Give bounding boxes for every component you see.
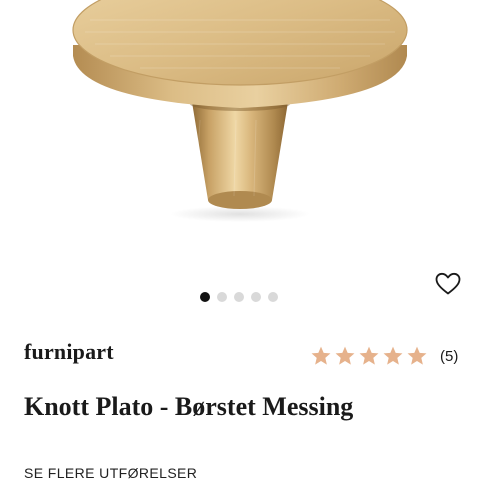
rating-stars bbox=[310, 345, 428, 367]
product-title: Knott Plato - Børstet Messing bbox=[24, 392, 354, 421]
review-count: (5) bbox=[440, 347, 459, 365]
star-icon bbox=[407, 346, 427, 365]
favorite-button[interactable] bbox=[432, 268, 464, 300]
heart-outline-icon bbox=[435, 272, 461, 295]
product-image[interactable] bbox=[0, 0, 480, 255]
see-more-variants-link[interactable]: SE FLERE UTFØRELSER bbox=[24, 465, 197, 481]
carousel-dot-3[interactable] bbox=[234, 292, 244, 302]
star-icon bbox=[335, 346, 355, 365]
brass-knob-image bbox=[72, 0, 408, 222]
carousel-dot-2[interactable] bbox=[217, 292, 227, 302]
star-icon bbox=[359, 346, 379, 365]
star-icon bbox=[383, 346, 403, 365]
carousel-dot-4[interactable] bbox=[251, 292, 261, 302]
star-icon bbox=[311, 346, 331, 365]
carousel-dot-1[interactable] bbox=[200, 292, 210, 302]
product-rating[interactable]: (5) bbox=[310, 345, 458, 367]
carousel-dot-5[interactable] bbox=[268, 292, 278, 302]
image-carousel-dots bbox=[200, 292, 278, 302]
brand-name[interactable]: furnipart bbox=[24, 339, 114, 365]
